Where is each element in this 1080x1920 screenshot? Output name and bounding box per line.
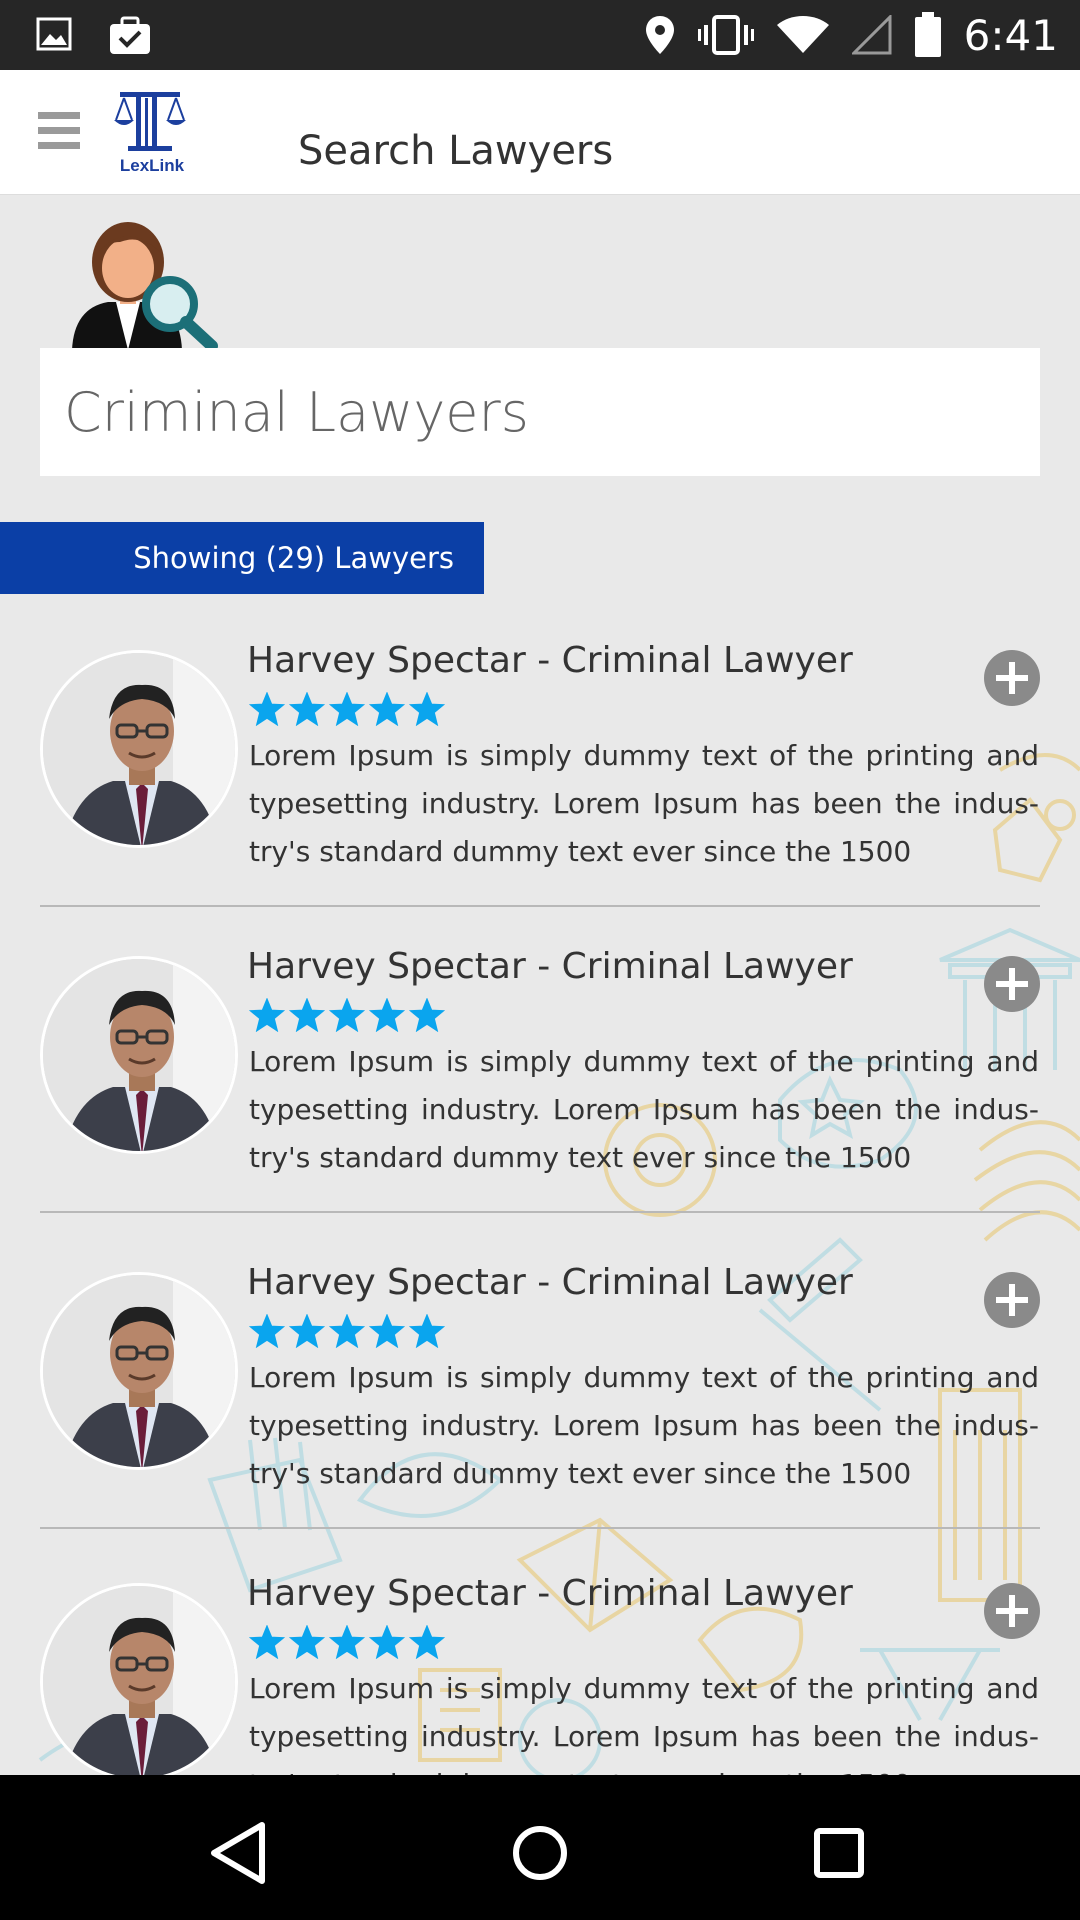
signal-icon bbox=[851, 15, 892, 55]
star-icon bbox=[329, 1314, 365, 1348]
results-count-banner: Showing (29) Lawyers bbox=[0, 522, 484, 594]
lawyer-description: Lorem Ipsum is simply dummy text of the … bbox=[249, 1361, 1039, 1490]
logo-text: LexLink bbox=[119, 156, 185, 175]
app-bar: LexLink Search Lawyers bbox=[0, 70, 1080, 195]
lawyer-avatar bbox=[40, 650, 238, 848]
rating-stars bbox=[249, 692, 445, 726]
lawyer-list-item[interactable]: Harvey Spectar - Criminal Lawyer Lorem Ip… bbox=[40, 640, 1040, 890]
home-icon[interactable] bbox=[495, 1805, 585, 1895]
add-lawyer-button[interactable] bbox=[984, 1272, 1040, 1328]
star-icon bbox=[289, 1314, 325, 1348]
list-divider bbox=[40, 1211, 1040, 1213]
star-icon bbox=[249, 1314, 285, 1348]
star-icon bbox=[289, 1625, 325, 1659]
star-icon bbox=[289, 692, 325, 726]
system-nav-bar bbox=[0, 1775, 1080, 1920]
location-pin-icon bbox=[644, 14, 676, 56]
star-icon bbox=[409, 692, 445, 726]
star-icon bbox=[249, 998, 285, 1032]
image-icon bbox=[36, 16, 72, 56]
status-bar: 6:41 bbox=[0, 0, 1080, 70]
lawyer-avatar bbox=[40, 956, 238, 1154]
search-input[interactable] bbox=[40, 348, 1040, 476]
star-icon bbox=[329, 692, 365, 726]
star-icon bbox=[249, 1625, 285, 1659]
lawyer-description: Lorem Ipsum is simply dummy text of the … bbox=[249, 1045, 1039, 1174]
star-icon bbox=[409, 1314, 445, 1348]
lawyer-name[interactable]: Harvey Spectar - Criminal Lawyer bbox=[247, 946, 853, 987]
star-icon bbox=[369, 1314, 405, 1348]
list-divider bbox=[40, 1527, 1040, 1529]
status-time: 6:41 bbox=[963, 10, 1058, 60]
recents-icon[interactable] bbox=[795, 1805, 885, 1895]
lawyer-search-illustration bbox=[70, 212, 220, 352]
lawyer-avatar bbox=[40, 1272, 238, 1470]
lawyer-name[interactable]: Harvey Spectar - Criminal Lawyer bbox=[247, 1262, 853, 1303]
star-icon bbox=[289, 998, 325, 1032]
lawyer-name[interactable]: Harvey Spectar - Criminal Lawyer bbox=[247, 1573, 853, 1614]
rating-stars bbox=[249, 1314, 445, 1348]
lawyer-list-item[interactable]: Harvey Spectar - Criminal Lawyer Lorem Ip… bbox=[40, 1262, 1040, 1512]
star-icon bbox=[249, 692, 285, 726]
star-icon bbox=[329, 1625, 365, 1659]
add-lawyer-button[interactable] bbox=[984, 1583, 1040, 1639]
add-lawyer-button[interactable] bbox=[984, 956, 1040, 1012]
wifi-icon bbox=[776, 15, 830, 55]
star-icon bbox=[369, 1625, 405, 1659]
battery-icon bbox=[914, 12, 942, 58]
lexlink-logo: LexLink bbox=[112, 86, 188, 176]
lawyer-avatar bbox=[40, 1583, 238, 1775]
lawyer-list-item[interactable]: Harvey Spectar - Criminal Lawyer Lorem Ip… bbox=[40, 1573, 1040, 1775]
back-icon[interactable] bbox=[196, 1805, 286, 1895]
lawyer-description: Lorem Ipsum is simply dummy text of the … bbox=[249, 739, 1039, 868]
vibrate-icon bbox=[697, 15, 754, 55]
lawyer-name[interactable]: Harvey Spectar - Criminal Lawyer bbox=[247, 640, 853, 681]
list-divider bbox=[40, 905, 1040, 907]
clipboard-check-icon bbox=[108, 16, 152, 56]
star-icon bbox=[369, 998, 405, 1032]
star-icon bbox=[329, 998, 365, 1032]
star-icon bbox=[369, 692, 405, 726]
star-icon bbox=[409, 1625, 445, 1659]
lawyer-list-item[interactable]: Harvey Spectar - Criminal Lawyer Lorem Ip… bbox=[40, 946, 1040, 1196]
add-lawyer-button[interactable] bbox=[984, 650, 1040, 706]
hamburger-menu-icon[interactable] bbox=[38, 112, 80, 152]
rating-stars bbox=[249, 998, 445, 1032]
rating-stars bbox=[249, 1625, 445, 1659]
page-title: Search Lawyers bbox=[298, 128, 614, 174]
lawyer-list: Harvey Spectar - Criminal Lawyer Lorem Ip… bbox=[0, 600, 1080, 1775]
star-icon bbox=[409, 998, 445, 1032]
lawyer-description: Lorem Ipsum is simply dummy text of the … bbox=[249, 1672, 1039, 1775]
